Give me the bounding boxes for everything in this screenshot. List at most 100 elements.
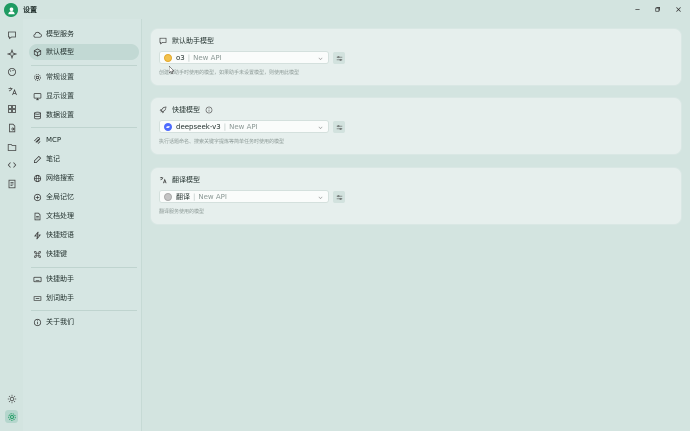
nav-item-model-service[interactable]: 模型服务 bbox=[29, 26, 139, 42]
nav-item-label: 显示设置 bbox=[46, 92, 74, 100]
card-title: 翻译模型 bbox=[172, 176, 200, 184]
card-hint: 创建新助手时使用的模型，如果助手未设置模型，则使用此模型 bbox=[159, 70, 300, 76]
nav-item-label: 模型服务 bbox=[46, 30, 74, 38]
info-icon bbox=[33, 318, 42, 326]
text-select-icon bbox=[33, 295, 42, 301]
nav-item-label: 常规设置 bbox=[46, 73, 74, 81]
nav-divider bbox=[31, 127, 137, 128]
nav-item-label: 快捷助手 bbox=[46, 275, 74, 283]
nav-divider bbox=[31, 267, 137, 268]
sliders-icon bbox=[336, 55, 342, 61]
nav-item-shortcuts[interactable]: 快捷键 bbox=[29, 246, 139, 262]
separator: | bbox=[187, 53, 191, 62]
model-logo-icon bbox=[164, 53, 172, 62]
nav-item-label: 关于我们 bbox=[46, 318, 74, 326]
nav-item-label: 快捷键 bbox=[46, 250, 67, 258]
app-logo-icon bbox=[4, 3, 18, 17]
nav-item-quick-assistant[interactable]: 快捷助手 bbox=[29, 271, 139, 287]
nav-divider bbox=[31, 65, 137, 66]
nav-item-general[interactable]: 常规设置 bbox=[29, 69, 139, 85]
monitor-icon bbox=[33, 92, 42, 100]
nav-item-label: 数据设置 bbox=[46, 111, 74, 119]
file-text-icon bbox=[34, 212, 41, 220]
cube-icon bbox=[33, 47, 42, 57]
document-icon[interactable] bbox=[5, 177, 18, 190]
chevron-down-icon bbox=[318, 126, 323, 129]
folder-icon[interactable] bbox=[5, 140, 18, 153]
nav-item-default-model[interactable]: 默认模型 bbox=[29, 44, 139, 60]
nav-item-label: MCP bbox=[46, 136, 62, 144]
nav-item-selection-assistant[interactable]: 划词助手 bbox=[29, 290, 139, 306]
main-content: 默认助手模型 o3 | New API 创建新助手时使用的模型，如果助手未设置模… bbox=[142, 19, 690, 431]
selected-model-name: o3 bbox=[176, 53, 185, 62]
card-hint: 执行话题命名、搜索关键字提炼等简单任务时使用的模型 bbox=[159, 139, 285, 145]
info-icon[interactable] bbox=[205, 106, 213, 114]
nav-item-label: 全局记忆 bbox=[46, 193, 74, 201]
translate-icon[interactable] bbox=[5, 84, 18, 97]
message-square-icon bbox=[159, 37, 167, 45]
settings-icon[interactable] bbox=[5, 410, 18, 423]
nav-item-label: 文档处理 bbox=[46, 212, 74, 220]
nav-item-label: 笔记 bbox=[46, 155, 60, 163]
gear-icon bbox=[34, 73, 41, 81]
separator: | bbox=[193, 192, 196, 201]
translate-model-card: 翻译模型 翻译 | New API 翻译服务使用的模型 bbox=[150, 167, 682, 225]
sun-icon[interactable] bbox=[5, 392, 18, 405]
nav-item-data[interactable]: 数据设置 bbox=[29, 107, 139, 123]
nav-item-display[interactable]: 显示设置 bbox=[29, 88, 139, 104]
nav-item-notes[interactable]: 笔记 bbox=[29, 151, 139, 167]
card-hint: 翻译服务使用的模型 bbox=[159, 209, 205, 215]
nav-item-mcp[interactable]: MCP bbox=[29, 132, 139, 148]
quick-model-card: 快捷模型 deepseek-v3 | New API 执行话题命名、搜索关键字提… bbox=[150, 97, 682, 155]
mouse-cursor-icon bbox=[169, 66, 175, 74]
chevron-down-icon bbox=[318, 57, 323, 60]
chevron-down-icon bbox=[318, 196, 323, 199]
palette-icon[interactable] bbox=[5, 65, 18, 78]
rocket-icon bbox=[159, 106, 167, 114]
maximize-icon[interactable] bbox=[651, 4, 663, 15]
nav-item-label: 快捷短语 bbox=[46, 231, 74, 239]
sliders-icon bbox=[336, 194, 342, 200]
command-icon bbox=[34, 250, 41, 258]
selected-model-provider: New API bbox=[193, 53, 222, 62]
card-title: 快捷模型 bbox=[172, 106, 200, 114]
separator: | bbox=[223, 122, 227, 131]
minimize-icon[interactable] bbox=[631, 4, 643, 15]
apps-icon[interactable] bbox=[5, 102, 18, 115]
zap-icon bbox=[34, 231, 41, 239]
translate-model-select[interactable]: 翻译 | New API bbox=[159, 190, 329, 203]
nav-item-global-memory[interactable]: 全局记忆 bbox=[29, 189, 139, 205]
model-settings-button[interactable] bbox=[333, 52, 345, 64]
model-settings-button[interactable] bbox=[333, 191, 345, 203]
quick-model-select[interactable]: deepseek-v3 | New API bbox=[159, 120, 329, 133]
file-export-icon[interactable] bbox=[5, 121, 18, 134]
nav-divider bbox=[31, 310, 137, 311]
close-icon[interactable] bbox=[672, 4, 684, 15]
nav-item-label: 划词助手 bbox=[46, 294, 74, 302]
code-icon[interactable] bbox=[5, 158, 18, 171]
selected-model-name: 翻译 bbox=[176, 192, 190, 201]
title-bar: 设置 bbox=[0, 0, 690, 19]
selected-model-provider: New API bbox=[198, 192, 227, 201]
card-title: 默认助手模型 bbox=[172, 37, 214, 45]
chat-icon[interactable] bbox=[5, 28, 18, 41]
keyboard-icon bbox=[33, 276, 42, 282]
nav-item-document-processing[interactable]: 文档处理 bbox=[29, 208, 139, 224]
sliders-icon bbox=[336, 124, 342, 130]
nav-item-label: 网络搜索 bbox=[46, 174, 74, 182]
globe-icon bbox=[33, 174, 42, 182]
memory-icon bbox=[33, 193, 42, 201]
nav-item-about[interactable]: 关于我们 bbox=[29, 314, 139, 330]
database-icon bbox=[34, 111, 41, 119]
default-assistant-model-select[interactable]: o3 | New API bbox=[159, 51, 329, 64]
model-logo-icon bbox=[164, 122, 172, 131]
pen-icon bbox=[33, 155, 42, 163]
nav-item-quick-phrases[interactable]: 快捷短语 bbox=[29, 227, 139, 243]
selected-model-name: deepseek-v3 bbox=[176, 122, 221, 131]
sparkle-icon[interactable] bbox=[5, 47, 18, 60]
settings-nav: 模型服务 默认模型 常规设置 显示设置 数据设置 MCP 笔记 网络搜索 全局记… bbox=[23, 19, 142, 431]
nav-item-web-search[interactable]: 网络搜索 bbox=[29, 170, 139, 186]
mcp-icon bbox=[34, 136, 41, 144]
languages-icon bbox=[159, 176, 167, 184]
model-settings-button[interactable] bbox=[333, 121, 345, 133]
